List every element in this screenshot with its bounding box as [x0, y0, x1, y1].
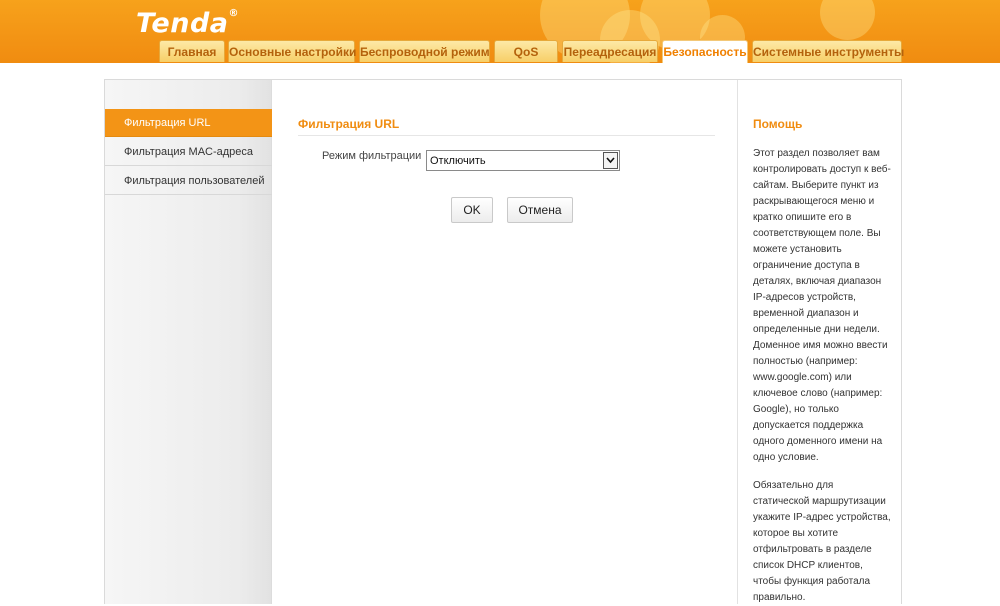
registered-mark: ® — [228, 8, 240, 19]
tab-system-tools[interactable]: Системные инструменты — [752, 40, 904, 62]
brand-logo-text: Tenda — [136, 8, 229, 39]
filter-mode-select[interactable]: Отключить — [426, 150, 620, 171]
filter-mode-label: Режим фильтрации — [322, 150, 422, 162]
sidebar-item-url-filter[interactable]: Фильтрация URL — [105, 109, 272, 137]
tab-basic-settings[interactable]: Основные настройки — [228, 40, 356, 62]
tab-wireless[interactable]: Беспроводной режим — [359, 40, 490, 62]
help-divider — [737, 80, 738, 604]
tab-qos[interactable]: QoS — [494, 40, 558, 62]
page-title: Фильтрация URL — [298, 117, 400, 131]
help-paragraph-2: Обязательно для статической маршрутизаци… — [753, 480, 891, 603]
cancel-button[interactable]: Отмена — [507, 197, 573, 223]
top-header: Tenda® Главная Основные настройки Беспро… — [0, 0, 1000, 63]
tab-security[interactable]: Безопасность — [662, 40, 748, 63]
ok-button[interactable]: OK — [451, 197, 493, 223]
decor-bubble — [820, 0, 875, 40]
sidebar: Фильтрация URL Фильтрация MAC-адреса Фил… — [105, 80, 272, 604]
help-paragraph-1: Этот раздел позволяет вам контролировать… — [753, 148, 891, 463]
filter-mode-value: Отключить — [430, 155, 486, 167]
sidebar-item-mac-filter[interactable]: Фильтрация MAC-адреса — [105, 138, 272, 166]
title-divider — [298, 135, 715, 136]
tab-home[interactable]: Главная — [159, 40, 225, 62]
help-title: Помощь — [753, 117, 803, 131]
tab-forwarding[interactable]: Переадресация — [562, 40, 658, 62]
brand-logo: Tenda® — [136, 8, 239, 39]
chevron-down-icon[interactable] — [603, 152, 618, 169]
sidebar-item-user-filter[interactable]: Фильтрация пользователей — [105, 167, 272, 195]
